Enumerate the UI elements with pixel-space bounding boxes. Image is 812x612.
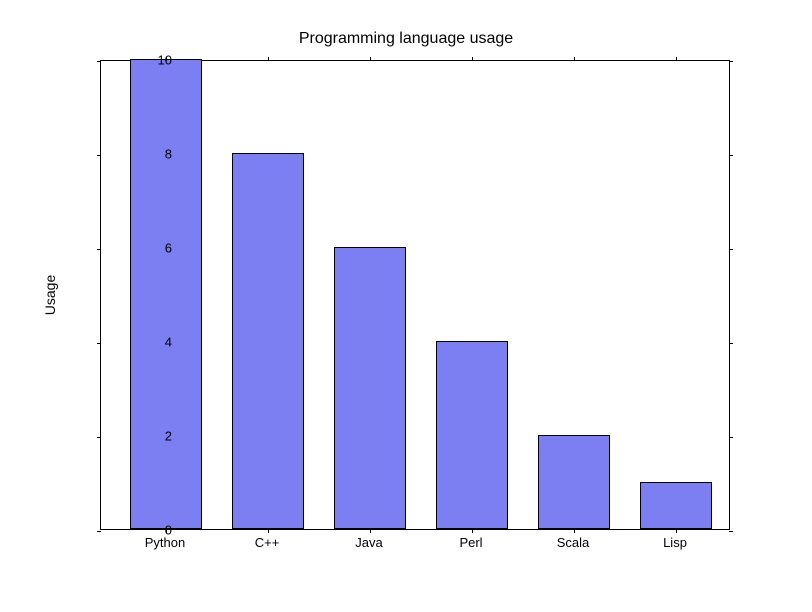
- bar: [232, 153, 304, 529]
- ytick-label: 10: [102, 53, 172, 68]
- xtick-mark: [370, 529, 371, 533]
- ytick-mark: [729, 343, 733, 344]
- bar: [436, 341, 508, 529]
- xtick-label: C++: [255, 535, 280, 550]
- bar: [334, 247, 406, 529]
- xtick-label: Scala: [557, 535, 590, 550]
- xtick-mark: [574, 57, 575, 61]
- y-axis-label: Usage: [42, 275, 58, 315]
- xtick-label: Python: [145, 535, 185, 550]
- bar: [538, 435, 610, 529]
- ytick-mark: [97, 531, 101, 532]
- chart-container: [100, 60, 730, 530]
- xtick-mark: [574, 529, 575, 533]
- xtick-mark: [268, 57, 269, 61]
- ytick-mark: [729, 437, 733, 438]
- ytick-mark: [97, 249, 101, 250]
- ytick-label: 4: [102, 335, 172, 350]
- ytick-mark: [729, 155, 733, 156]
- ytick-label: 8: [102, 147, 172, 162]
- ytick-mark: [97, 437, 101, 438]
- ytick-label: 6: [102, 241, 172, 256]
- xtick-label: Perl: [459, 535, 482, 550]
- ytick-label: 2: [102, 429, 172, 444]
- bar: [130, 59, 202, 529]
- ytick-mark: [97, 343, 101, 344]
- ytick-mark: [97, 155, 101, 156]
- bar: [640, 482, 712, 529]
- ytick-mark: [729, 61, 733, 62]
- xtick-mark: [676, 529, 677, 533]
- ytick-mark: [729, 531, 733, 532]
- plot-area: [100, 60, 730, 530]
- xtick-label: Lisp: [663, 535, 687, 550]
- xtick-mark: [268, 529, 269, 533]
- xtick-mark: [472, 529, 473, 533]
- chart-title: Programming language usage: [0, 30, 812, 48]
- xtick-label: Java: [355, 535, 382, 550]
- ytick-mark: [97, 61, 101, 62]
- xtick-mark: [676, 57, 677, 61]
- ytick-mark: [729, 249, 733, 250]
- xtick-mark: [472, 57, 473, 61]
- xtick-mark: [370, 57, 371, 61]
